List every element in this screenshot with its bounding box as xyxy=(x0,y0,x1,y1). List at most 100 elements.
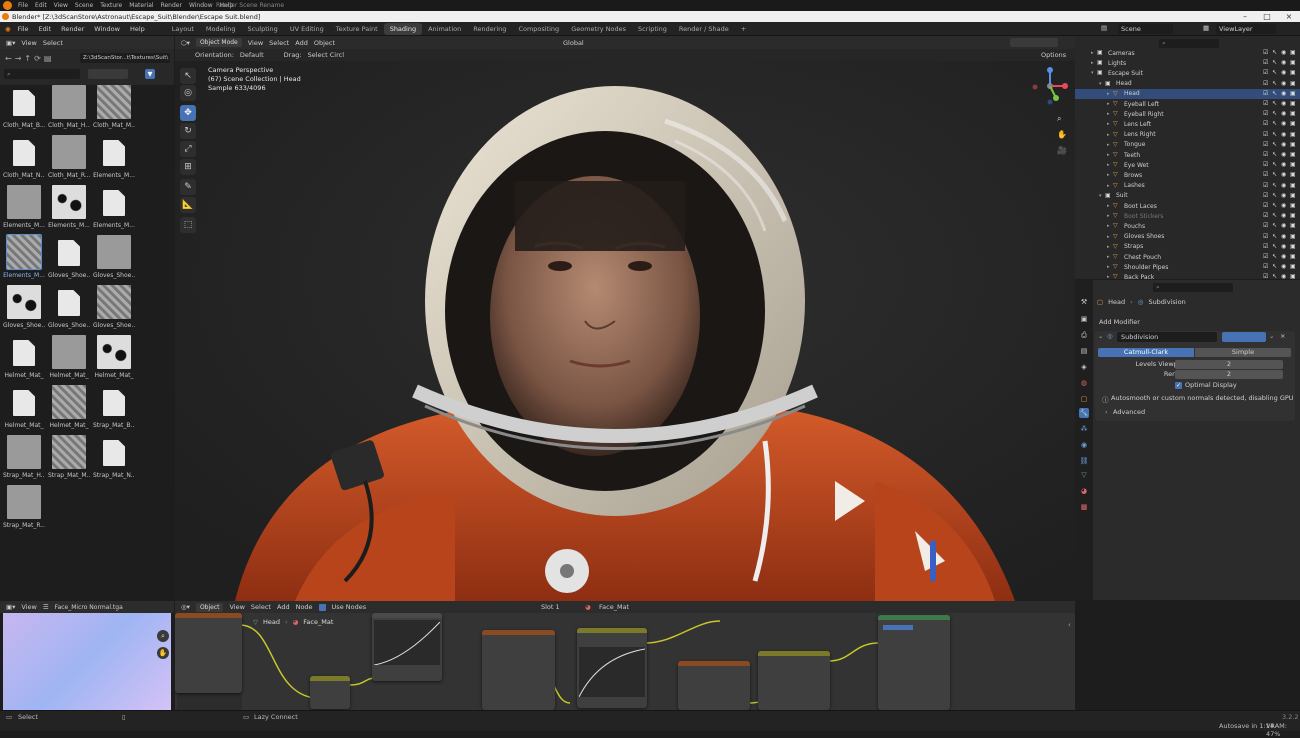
file-thumbnail[interactable]: Gloves_Shoe... xyxy=(48,235,90,285)
checkbox-toggle-icon[interactable]: ☑ xyxy=(1263,131,1269,138)
viewport-menu-select[interactable]: Select xyxy=(269,39,289,47)
file-thumbnail[interactable]: Gloves_Shoe... xyxy=(3,285,45,335)
tab-animation[interactable]: Animation xyxy=(422,23,467,35)
eye-toggle-icon[interactable]: ◉ xyxy=(1281,222,1287,229)
rotate-tool-icon[interactable]: ↻ xyxy=(180,123,196,139)
checkbox-toggle-icon[interactable]: ☑ xyxy=(1263,192,1269,199)
select-toggle-icon[interactable]: ↖ xyxy=(1272,90,1278,97)
file-thumbnail[interactable]: Cloth_Mat_H... xyxy=(48,85,90,135)
material-name-field[interactable]: Face_Mat xyxy=(599,603,629,611)
editor-type-icon[interactable]: ▣▾ xyxy=(6,603,15,611)
slot-selector[interactable]: Slot 1 xyxy=(541,603,560,611)
world-tab-icon[interactable]: ◍ xyxy=(1079,378,1089,388)
file-thumbnail[interactable]: Strap_Mat_B... xyxy=(93,385,135,435)
outliner-row[interactable]: ▸ ▽ Tongue ☑ ↖ ◉ ▣ xyxy=(1075,140,1300,150)
camera-toggle-icon[interactable]: ▣ xyxy=(1290,171,1296,178)
eye-toggle-icon[interactable]: ◉ xyxy=(1281,131,1287,138)
file-thumbnail[interactable]: Gloves_Shoe... xyxy=(48,285,90,335)
checkbox-toggle-icon[interactable]: ☑ xyxy=(1263,90,1269,97)
node-menu-view[interactable]: View xyxy=(229,603,244,611)
checkbox-toggle-icon[interactable]: ☑ xyxy=(1263,243,1269,250)
os-menu-window[interactable]: Window xyxy=(189,2,213,9)
file-thumbnail[interactable]: Strap_Mat_M... xyxy=(48,435,90,485)
nav-arrows-icon[interactable]: ←→↑⟳▤ xyxy=(5,54,54,63)
os-menu-scene[interactable]: Scene xyxy=(75,2,93,9)
tab-sculpting[interactable]: Sculpting xyxy=(241,23,283,35)
eye-toggle-icon[interactable]: ◉ xyxy=(1281,90,1287,97)
file-thumbnail[interactable]: Gloves_Shoe... xyxy=(93,235,135,285)
axis-gizmo-icon[interactable] xyxy=(1030,66,1070,106)
blender-menu-icon[interactable]: ◉ xyxy=(0,25,13,33)
face-specular-image-node[interactable] xyxy=(482,630,555,710)
principled-bsdf-node[interactable] xyxy=(878,615,950,710)
mode-selector[interactable]: Object Mode xyxy=(195,38,242,47)
output-tab-icon[interactable]: ⎙ xyxy=(1079,330,1089,340)
camera-toggle-icon[interactable]: ▣ xyxy=(1290,243,1296,250)
outliner-row[interactable]: ▸ ▽ Shoulder Pipes ☑ ↖ ◉ ▣ xyxy=(1075,262,1300,272)
checkbox-toggle-icon[interactable]: ☑ xyxy=(1263,151,1269,158)
checkbox-toggle-icon[interactable]: ☑ xyxy=(1263,141,1269,148)
add-cube-tool-icon[interactable]: ⬚ xyxy=(180,217,196,233)
rgb-curves-node-3[interactable] xyxy=(758,651,830,710)
3d-cursor-tool-icon[interactable]: ◎ xyxy=(180,85,196,101)
outliner-row[interactable]: ▸ ▽ Head ☑ ↖ ◉ ▣ xyxy=(1075,88,1300,99)
camera-toggle-icon[interactable]: ▣ xyxy=(1290,69,1296,76)
object-tab-icon[interactable]: ▢ xyxy=(1079,394,1089,404)
add-modifier-button[interactable]: Add Modifier xyxy=(1097,317,1294,327)
select-toggle-icon[interactable]: ↖ xyxy=(1272,141,1278,148)
outliner-row[interactable]: ▸ ▽ Brows ☑ ↖ ◉ ▣ xyxy=(1075,170,1300,180)
eye-toggle-icon[interactable]: ◉ xyxy=(1281,80,1287,87)
tab-geometry-nodes[interactable]: Geometry Nodes xyxy=(565,23,632,35)
camera-toggle-icon[interactable]: ▣ xyxy=(1290,202,1296,209)
zoom-icon[interactable]: ⌕ xyxy=(1057,111,1067,127)
data-tab-icon[interactable]: ▽ xyxy=(1079,470,1089,480)
outliner-row[interactable]: ▸ ▽ Boot Laces ☑ ↖ ◉ ▣ xyxy=(1075,201,1300,211)
file-thumbnail[interactable]: Cloth_Mat_N... xyxy=(3,135,45,185)
viewport-menu-object[interactable]: Object xyxy=(314,39,335,47)
select-toggle-icon[interactable]: ↖ xyxy=(1272,171,1278,178)
eye-toggle-icon[interactable]: ◉ xyxy=(1281,212,1287,219)
particles-tab-icon[interactable]: ⁂ xyxy=(1079,424,1089,434)
eye-toggle-icon[interactable]: ◉ xyxy=(1281,151,1287,158)
select-toggle-icon[interactable]: ↖ xyxy=(1272,151,1278,158)
eye-toggle-icon[interactable]: ◉ xyxy=(1281,49,1287,56)
file-thumbnail[interactable]: Gloves_Shoe... xyxy=(93,285,135,335)
camera-toggle-icon[interactable]: ▣ xyxy=(1290,182,1296,189)
file-thumbnail[interactable]: Cloth_Mat_B... xyxy=(3,85,45,135)
checkbox-toggle-icon[interactable]: ☑ xyxy=(1263,212,1269,219)
select-toggle-icon[interactable]: ↖ xyxy=(1272,59,1278,66)
eye-toggle-icon[interactable]: ◉ xyxy=(1281,161,1287,168)
navigation-gizmo[interactable] xyxy=(1030,66,1070,106)
viewport-menu-view[interactable]: View xyxy=(248,39,263,47)
remove-modifier-icon[interactable]: × xyxy=(1280,332,1285,340)
scene-selector[interactable]: Scene xyxy=(1118,24,1173,34)
file-browser-menu-view[interactable]: View xyxy=(21,39,36,47)
image-editor-menu-view[interactable]: View xyxy=(21,603,36,611)
transform-tool-icon[interactable]: ⊞ xyxy=(180,159,196,175)
eye-toggle-icon[interactable]: ◉ xyxy=(1281,69,1287,76)
eye-toggle-icon[interactable]: ◉ xyxy=(1281,243,1287,250)
select-toggle-icon[interactable]: ↖ xyxy=(1272,49,1278,56)
eye-toggle-icon[interactable]: ◉ xyxy=(1281,263,1287,270)
file-thumbnail[interactable]: Helmet_Mat_ xyxy=(93,335,135,385)
tool-tab-icon[interactable]: ⚒ xyxy=(1079,297,1089,307)
tab-rendering[interactable]: Rendering xyxy=(467,23,512,35)
properties-search-input[interactable]: ⌕ xyxy=(1153,283,1233,292)
shader-node-editor[interactable]: ↖ ✎ ✂ ▽ Head › ◕ Face_Mat ‹ xyxy=(175,613,1075,710)
render-tab-icon[interactable]: ▣ xyxy=(1079,314,1089,324)
eye-toggle-icon[interactable]: ◉ xyxy=(1281,141,1287,148)
eye-toggle-icon[interactable]: ◉ xyxy=(1281,59,1287,66)
camera-toggle-icon[interactable]: ▣ xyxy=(1290,263,1296,270)
rgb-curves-node-2[interactable] xyxy=(577,628,647,708)
select-toggle-icon[interactable]: ↖ xyxy=(1272,80,1278,87)
viewport-menu-add[interactable]: Add xyxy=(295,39,308,47)
file-thumbnail[interactable]: Strap_Mat_R... xyxy=(3,485,45,535)
file-search-input[interactable]: ⌕ xyxy=(4,69,80,79)
select-toggle-icon[interactable]: ↖ xyxy=(1272,233,1278,240)
close-icon[interactable]: × xyxy=(1278,11,1300,22)
modifier-menu-icon[interactable]: ⌄ xyxy=(1269,332,1274,340)
select-toggle-icon[interactable]: ↖ xyxy=(1272,120,1278,127)
image-editor-menu-icon[interactable]: ☰ xyxy=(43,603,49,611)
node-menu-select[interactable]: Select xyxy=(251,603,271,611)
select-toggle-icon[interactable]: ↖ xyxy=(1272,212,1278,219)
